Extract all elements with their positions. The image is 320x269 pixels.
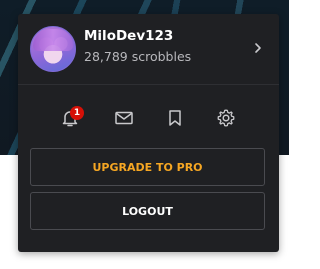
settings-button[interactable]: [212, 104, 240, 132]
avatar: [30, 26, 76, 72]
upgrade-to-pro-button[interactable]: UPGRADE TO PRO: [30, 148, 265, 186]
chevron-right-icon: [255, 43, 261, 53]
notification-count-badge: 1: [70, 106, 84, 120]
quick-actions-row: [18, 94, 279, 140]
username: MiloDev123: [84, 28, 174, 44]
messages-button[interactable]: [110, 104, 138, 132]
scrobble-count: 28,789 scrobbles: [84, 49, 192, 64]
logout-button[interactable]: LOGOUT: [30, 192, 265, 230]
profile-link[interactable]: MiloDev123 28,789 scrobbles: [18, 14, 279, 85]
mail-icon: [115, 111, 133, 125]
bookmarks-button[interactable]: [161, 104, 189, 132]
bookmark-icon: [169, 110, 181, 126]
user-menu-dropdown: MiloDev123 28,789 scrobbles 1 UPGRADE TO…: [18, 14, 279, 252]
gear-icon: [217, 109, 235, 127]
